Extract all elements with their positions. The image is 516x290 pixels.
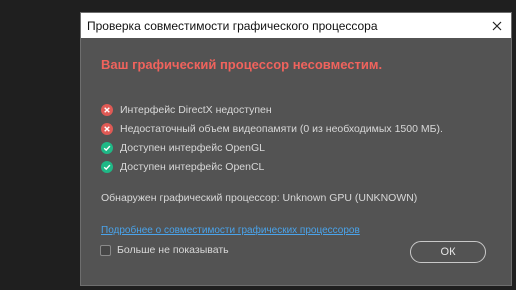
incompatible-heading: Ваш графический процессор несовместим. (101, 57, 383, 72)
dont-show-checkbox[interactable] (100, 244, 111, 256)
checkmark-icon (101, 160, 113, 173)
check-label: Доступен интерфейс OpenGL (120, 141, 265, 154)
gpu-compatibility-link[interactable]: Подробнее о совместимости графических пр… (101, 225, 360, 236)
error-x-icon (101, 122, 113, 135)
error-x-icon (101, 103, 113, 116)
check-item-opengl: Доступен интерфейс OpenGL (101, 138, 443, 157)
dont-show-again-option[interactable]: Больше не показывать (100, 244, 229, 256)
check-list: Интерфейс DirectX недоступен Недостаточн… (101, 100, 443, 176)
check-item-vram: Недостаточный объем видеопамяти (0 из не… (101, 119, 443, 138)
check-label: Интерфейс DirectX недоступен (120, 103, 272, 116)
detected-gpu-text: Обнаружен графический процессор: Unknown… (101, 192, 418, 204)
window-title: Проверка совместимости графического проц… (87, 18, 378, 33)
checkmark-icon (101, 141, 113, 154)
close-button[interactable] (483, 13, 511, 38)
title-bar: Проверка совместимости графического проц… (81, 13, 511, 38)
check-label: Недостаточный объем видеопамяти (0 из не… (120, 122, 443, 135)
dont-show-label: Больше не показывать (117, 244, 229, 256)
close-icon (492, 21, 502, 30)
check-item-directx: Интерфейс DirectX недоступен (101, 100, 443, 119)
ok-button[interactable]: ОК (410, 241, 486, 263)
check-label: Доступен интерфейс OpenCL (120, 160, 265, 173)
check-item-opencl: Доступен интерфейс OpenCL (101, 157, 443, 176)
gpu-compatibility-dialog: Проверка совместимости графического проц… (80, 12, 512, 286)
